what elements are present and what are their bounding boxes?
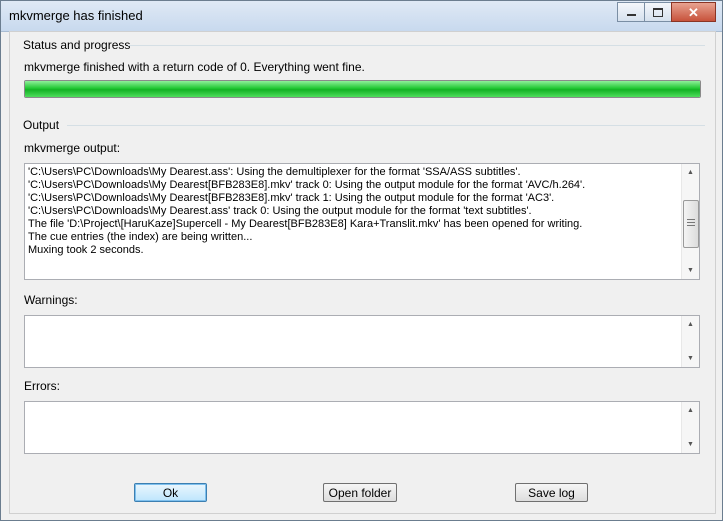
output-lines: 'C:\Users\PC\Downloads\My Dearest.ass': …: [28, 166, 679, 277]
scroll-up-arrow-icon[interactable]: ▲: [682, 402, 699, 419]
scroll-down-arrow-icon[interactable]: ▼: [682, 350, 699, 367]
title-bar[interactable]: mkvmerge has finished ✕: [1, 1, 722, 32]
close-button[interactable]: ✕: [671, 2, 716, 22]
output-line: 'C:\Users\PC\Downloads\My Dearest[BFB283…: [28, 192, 555, 204]
output-line: 'C:\Users\PC\Downloads\My Dearest[BFB283…: [28, 179, 586, 191]
ok-button[interactable]: Ok: [134, 483, 207, 502]
dialog-window: mkvmerge has finished ✕ Status and progr…: [0, 0, 723, 521]
thumb-grip: [687, 222, 695, 223]
output-line: 'C:\Users\PC\Downloads\My Dearest.ass': …: [28, 166, 521, 178]
output-line: The file 'D:\Project\[HaruKaze]Supercell…: [28, 218, 583, 230]
window-title: mkvmerge has finished: [9, 8, 143, 23]
warnings-textarea[interactable]: ▲ ▼: [24, 315, 700, 368]
errors-textarea[interactable]: ▲ ▼: [24, 401, 700, 454]
save-log-button[interactable]: Save log: [515, 483, 588, 502]
progress-bar-fill: [25, 81, 700, 97]
scroll-down-arrow-icon[interactable]: ▼: [682, 262, 699, 279]
progress-bar: [24, 80, 701, 98]
output-scrollbar[interactable]: ▲ ▼: [681, 164, 699, 279]
maximize-icon: [653, 7, 663, 17]
output-line: Muxing took 2 seconds.: [28, 244, 144, 256]
close-icon: ✕: [688, 4, 699, 20]
minimize-button[interactable]: [617, 2, 645, 22]
output-label: mkvmerge output:: [24, 141, 121, 155]
errors-scrollbar[interactable]: ▲ ▼: [681, 402, 699, 453]
warnings-scrollbar[interactable]: ▲ ▼: [681, 316, 699, 367]
output-group-divider: [67, 125, 705, 126]
status-group-title: Status and progress: [23, 38, 131, 52]
dialog-body: Status and progress mkvmerge finished wi…: [9, 31, 716, 514]
warnings-label: Warnings:: [24, 293, 78, 307]
window-controls: ✕: [617, 2, 716, 22]
output-line: 'C:\Users\PC\Downloads\My Dearest.ass' t…: [28, 205, 532, 217]
status-message: mkvmerge finished with a return code of …: [24, 60, 365, 74]
output-textarea[interactable]: 'C:\Users\PC\Downloads\My Dearest.ass': …: [24, 163, 700, 280]
minimize-icon: [626, 14, 636, 16]
scroll-thumb[interactable]: [683, 200, 699, 248]
scroll-up-arrow-icon[interactable]: ▲: [682, 164, 699, 181]
output-group-title: Output: [23, 118, 60, 132]
maximize-button[interactable]: [644, 2, 672, 22]
errors-label: Errors:: [24, 379, 60, 393]
open-folder-button[interactable]: Open folder: [323, 483, 397, 502]
status-group-divider: [128, 45, 705, 46]
thumb-grip: [687, 219, 695, 220]
output-line: The cue entries (the index) are being wr…: [28, 231, 253, 243]
scroll-up-arrow-icon[interactable]: ▲: [682, 316, 699, 333]
thumb-grip: [687, 225, 695, 226]
scroll-down-arrow-icon[interactable]: ▼: [682, 436, 699, 453]
